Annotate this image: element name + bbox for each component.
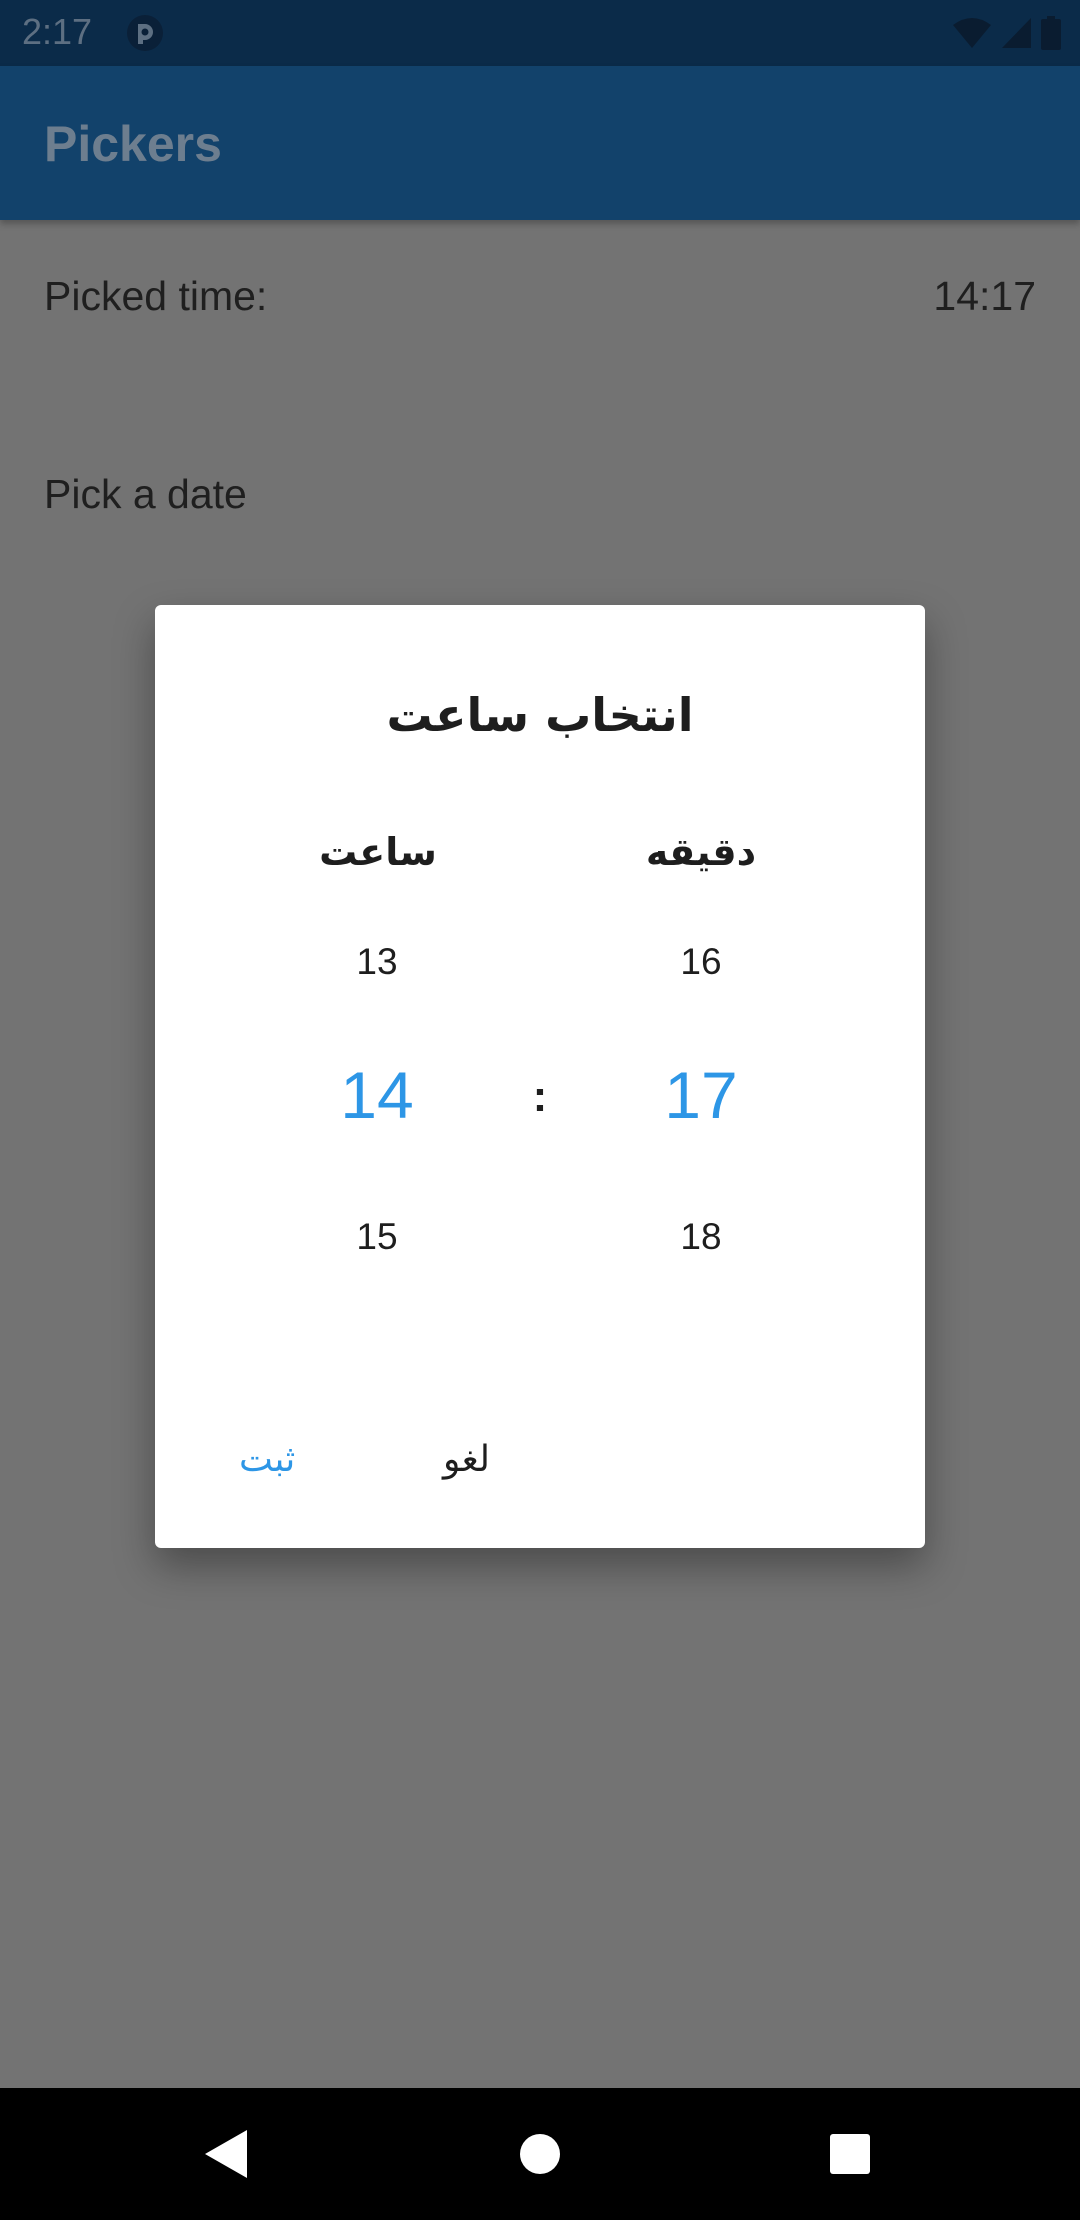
minute-wheel-previous[interactable]: 16: [601, 940, 801, 984]
home-button[interactable]: [502, 2116, 578, 2192]
hour-wheel-next[interactable]: 15: [277, 1215, 477, 1259]
hour-column-label: ساعت: [319, 830, 437, 874]
picked-time-label: Picked time:: [44, 273, 268, 319]
back-icon: [205, 2130, 247, 2178]
time-separator: :: [532, 1072, 548, 1121]
picked-time-value: 14:17: [933, 273, 1036, 319]
navigation-bar: [0, 2088, 1080, 2220]
dialog-title: انتخاب ساعت: [386, 688, 694, 742]
recents-button[interactable]: [812, 2116, 888, 2192]
hour-wheel-previous[interactable]: 13: [277, 940, 477, 984]
battery-icon: [1041, 16, 1061, 50]
app-notification-icon: [127, 15, 163, 51]
app-bar: Pickers: [0, 66, 1080, 220]
minute-wheel-next[interactable]: 18: [601, 1215, 801, 1259]
confirm-button[interactable]: ثبت: [239, 1435, 295, 1485]
time-picker-dialog: انتخاب ساعت ساعت دقیقه 13 14 15 : 16 17 …: [155, 605, 925, 1548]
cellular-signal-icon: [1002, 18, 1031, 48]
back-button[interactable]: [188, 2116, 264, 2192]
cancel-button[interactable]: لغو: [443, 1435, 490, 1485]
pick-date-label: Pick a date: [44, 471, 247, 517]
home-icon: [520, 2134, 560, 2174]
app-title: Pickers: [44, 116, 222, 172]
picked-time-row[interactable]: Picked time: 14:17: [44, 272, 1036, 320]
status-time: 2:17: [22, 11, 93, 52]
status-icons: [952, 14, 1062, 52]
minute-column-label: دقیقه: [645, 830, 757, 874]
status-bar: 2:17: [0, 0, 1080, 66]
hour-wheel-selected[interactable]: 14: [277, 1055, 477, 1135]
pick-date-row[interactable]: Pick a date: [44, 470, 1036, 518]
wifi-icon: [953, 18, 991, 48]
minute-wheel-selected[interactable]: 17: [601, 1055, 801, 1135]
recents-icon: [830, 2134, 870, 2174]
